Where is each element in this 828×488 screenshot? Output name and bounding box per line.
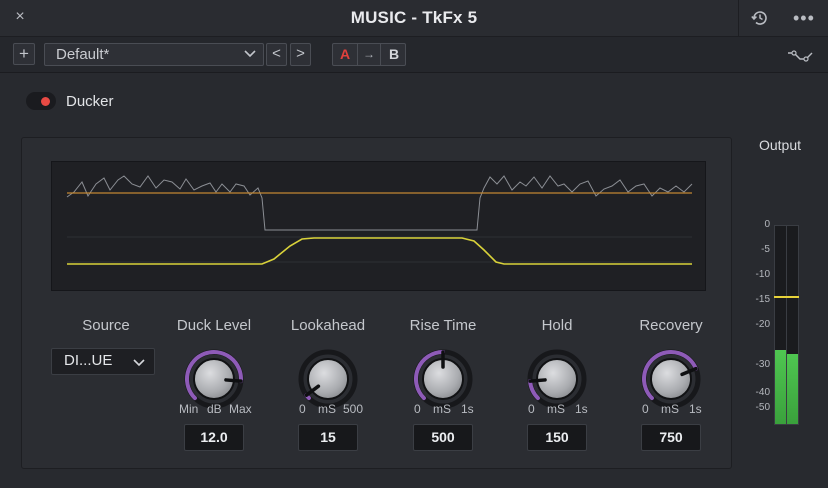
ducking-graph xyxy=(51,161,706,291)
meter-scale-label: 0 xyxy=(764,219,770,230)
output-meter-right xyxy=(786,225,799,425)
scale-max: 1s xyxy=(575,402,588,416)
window-title: MUSIC - TkFx 5 xyxy=(350,8,478,27)
duck-level-value[interactable]: 12.0 xyxy=(184,424,244,451)
knob-hold: Hold 0 mS 1s 150 xyxy=(502,314,612,459)
output-label: Output xyxy=(758,137,802,153)
scale-unit: dB xyxy=(207,402,222,416)
knob-recovery: Recovery 0 mS 1s 750 xyxy=(616,314,726,459)
knob-title: Rise Time xyxy=(409,317,477,334)
preset-value: Default* xyxy=(56,46,110,63)
chevron-down-icon xyxy=(133,359,145,367)
scale-min: Min xyxy=(179,402,199,416)
meter-scale-label: -5 xyxy=(761,244,770,255)
preset-toolbar: + Default* < > A → B xyxy=(0,37,828,73)
automation-curve-icon[interactable] xyxy=(787,49,813,63)
add-preset-button[interactable]: + xyxy=(13,43,35,65)
knob-rise-time: Rise Time 0 mS 1s 500 xyxy=(388,314,498,459)
plugin-name: Ducker xyxy=(66,93,114,110)
scale-max: 1s xyxy=(689,402,702,416)
scale-min: 0 xyxy=(299,402,306,416)
b-button[interactable]: B xyxy=(389,46,399,62)
scale-unit: mS xyxy=(547,402,565,416)
ab-compare-group: A → B xyxy=(332,43,406,66)
peak-indicator xyxy=(786,296,799,298)
previous-preset-button[interactable]: < xyxy=(266,43,287,66)
divider xyxy=(738,0,739,36)
chevron-down-icon xyxy=(244,50,256,58)
lookahead-value[interactable]: 15 xyxy=(298,424,358,451)
bypass-toggle[interactable] xyxy=(26,92,56,110)
knob-title: Duck Level xyxy=(176,317,252,334)
divider xyxy=(380,44,381,65)
rise-time-value[interactable]: 500 xyxy=(413,424,473,451)
ducker-panel: Source DI...UE Duck Level Min dB Max 12.… xyxy=(21,137,732,469)
copy-arrow-button[interactable]: → xyxy=(363,47,375,61)
meter-scale-label: -30 xyxy=(755,359,770,370)
knob-duck-level: Duck Level Min dB Max 12.0 xyxy=(159,314,269,459)
meter-scale-label: -10 xyxy=(755,269,770,280)
divider xyxy=(357,44,358,65)
title-bar: × MUSIC - TkFx 5 ••• xyxy=(0,0,828,37)
meter-scale-label: -50 xyxy=(755,402,770,413)
scale-max: 500 xyxy=(343,402,364,416)
scale-min: 0 xyxy=(528,402,535,416)
preset-dropdown[interactable]: Default* xyxy=(44,43,264,66)
knob-title: Lookahead xyxy=(290,317,366,334)
scale-unit: mS xyxy=(433,402,451,416)
source-waveform xyxy=(66,175,693,231)
meter-level-right xyxy=(787,354,798,424)
scale-unit: mS xyxy=(318,402,336,416)
hold-value[interactable]: 150 xyxy=(527,424,587,451)
knob-title: Hold xyxy=(541,317,573,334)
source-label: Source xyxy=(82,317,130,334)
meter-level-left xyxy=(775,350,786,424)
power-indicator xyxy=(41,97,50,106)
next-preset-button[interactable]: > xyxy=(290,43,311,66)
knob-lookahead: Lookahead 0 mS 500 15 xyxy=(273,314,383,459)
scale-max: Max xyxy=(229,402,252,416)
meter-scale-label: -15 xyxy=(755,294,770,305)
recovery-value[interactable]: 750 xyxy=(641,424,701,451)
scale-unit: mS xyxy=(661,402,679,416)
gain-curve xyxy=(67,237,692,265)
more-options-icon[interactable]: ••• xyxy=(793,8,817,28)
scale-min: 0 xyxy=(414,402,421,416)
source-dropdown[interactable]: DI...UE xyxy=(51,348,155,375)
meter-scale-label: -20 xyxy=(755,319,770,330)
knob-title: Recovery xyxy=(639,317,703,334)
scale-min: 0 xyxy=(642,402,649,416)
meter-scale: 0 -5 -10 -15 -20 -30 -40 -50 xyxy=(742,218,777,418)
meter-scale-label: -40 xyxy=(755,387,770,398)
history-reset-icon[interactable] xyxy=(750,8,770,28)
a-button[interactable]: A xyxy=(340,46,350,62)
scale-max: 1s xyxy=(461,402,474,416)
source-value: DI...UE xyxy=(64,352,113,369)
